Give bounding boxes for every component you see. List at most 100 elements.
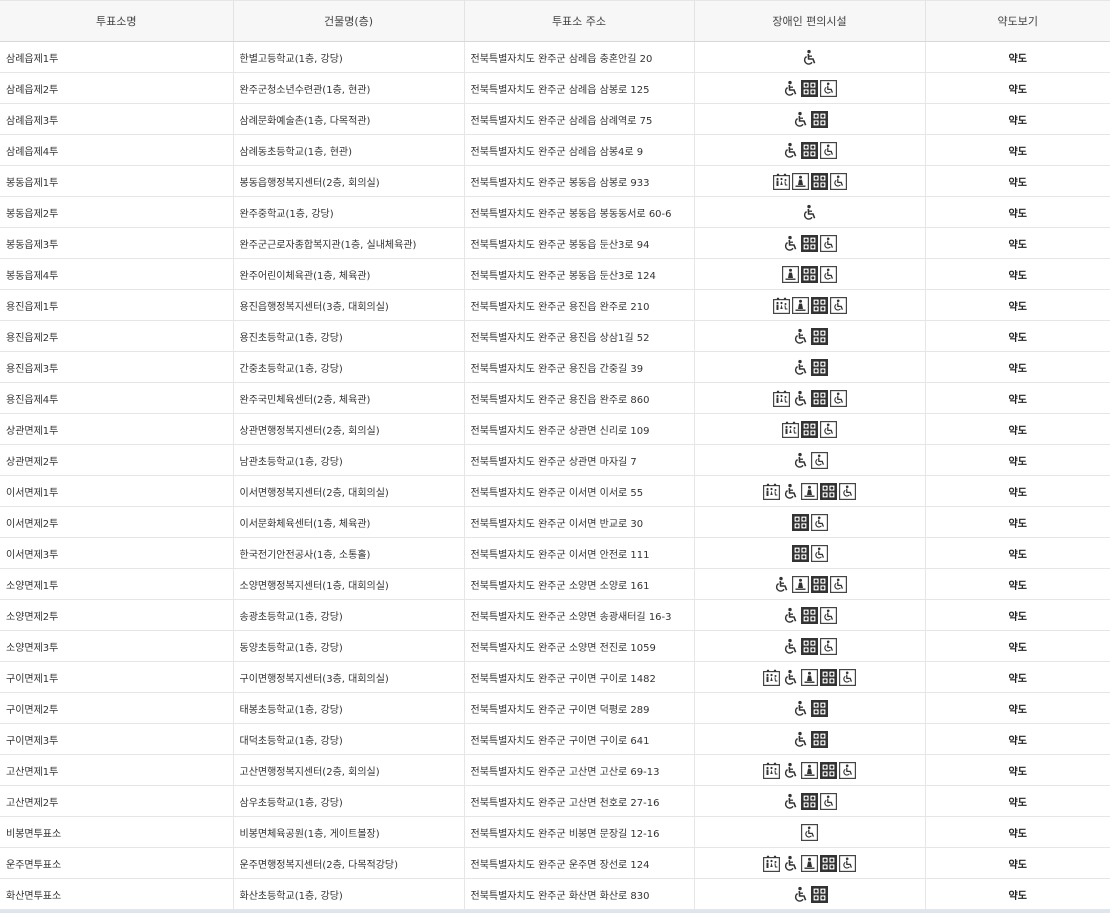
address-cell: 전북특별자치도 완주군 고산면 고산로 69-13 — [464, 754, 695, 786]
braille-icon — [801, 265, 818, 283]
header-building: 건물명(층) — [233, 0, 465, 42]
table-row: 용진읍제4투 완주국민체육센터(2층, 체육관) 전북특별자치도 완주군 용진읍 완… — [0, 382, 1110, 414]
facilities-cell — [694, 227, 926, 259]
address-cell: 전북특별자치도 완주군 비봉면 문장길 12-16 — [464, 816, 695, 848]
map-cell: 약도 — [925, 506, 1110, 538]
wheelchair-icon — [792, 886, 809, 903]
map-link[interactable]: 약도 — [1009, 674, 1027, 685]
building-cell: 비봉면체육공원(1층, 게이트볼장) — [233, 816, 465, 848]
table-row: 용진읍제1투 용진읍행정복지센터(3층, 대회의실) 전북특별자치도 완주군 용진읍… — [0, 289, 1110, 321]
braille-icon — [801, 606, 818, 624]
building-cell: 완주군청소년수련관(1층, 현관) — [233, 72, 465, 104]
map-link[interactable]: 약도 — [1009, 240, 1027, 251]
map-link[interactable]: 약도 — [1009, 643, 1027, 654]
map-link[interactable]: 약도 — [1009, 426, 1027, 437]
map-link[interactable]: 약도 — [1009, 550, 1027, 561]
wheelchair-icon — [792, 452, 809, 469]
map-link[interactable]: 약도 — [1009, 891, 1027, 902]
braille-icon — [810, 389, 828, 407]
address-cell: 전북특별자치도 완주군 운주면 장선로 124 — [464, 847, 695, 879]
table-row: 삼례읍제1투 한별고등학교(1층, 강당) 전북특별자치도 완주군 삼례읍 충혼안길… — [0, 41, 1110, 73]
map-link[interactable]: 약도 — [1009, 860, 1027, 871]
map-cell: 약도 — [925, 41, 1110, 73]
building-cell: 한국전기안전공사(1층, 소통홀) — [233, 537, 465, 569]
map-link[interactable]: 약도 — [1009, 736, 1027, 747]
restroom-icon — [772, 390, 790, 407]
station-name-cell: 봉동읍제2투 — [0, 196, 234, 228]
map-cell: 약도 — [925, 258, 1110, 290]
map-link[interactable]: 약도 — [1009, 302, 1027, 313]
map-link[interactable]: 약도 — [1009, 457, 1027, 468]
station-name-cell: 고산면제2투 — [0, 785, 234, 817]
table-header: 투표소명 건물명(층) 투표소 주소 장애인 편의시설 약도보기 — [0, 0, 1110, 42]
building-cell: 태봉초등학교(1층, 강당) — [233, 692, 465, 724]
facility-icons — [792, 730, 828, 748]
wheelchair-box-icon — [829, 575, 847, 593]
station-name-cell: 소양면제1투 — [0, 568, 234, 600]
map-cell: 약도 — [925, 754, 1110, 786]
map-link[interactable]: 약도 — [1009, 519, 1027, 530]
station-name-cell: 봉동읍제1투 — [0, 165, 234, 197]
facilities-cell — [694, 165, 926, 197]
facilities-cell — [694, 537, 926, 569]
map-cell: 약도 — [925, 413, 1110, 445]
braille-icon — [810, 110, 828, 128]
facilities-cell — [694, 599, 926, 631]
facilities-cell — [694, 351, 926, 383]
map-link[interactable]: 약도 — [1009, 581, 1027, 592]
address-cell: 전북특별자치도 완주군 용진읍 간중길 39 — [464, 351, 695, 383]
map-link[interactable]: 약도 — [1009, 488, 1027, 499]
map-link[interactable]: 약도 — [1009, 271, 1027, 282]
map-link[interactable]: 약도 — [1009, 333, 1027, 344]
facilities-cell — [694, 661, 926, 693]
address-cell: 전북특별자치도 완주군 용진읍 상삼1길 52 — [464, 320, 695, 352]
map-link[interactable]: 약도 — [1009, 209, 1027, 220]
wheelchair-icon — [792, 328, 809, 345]
address-cell: 전북특별자치도 완주군 용진읍 완주로 210 — [464, 289, 695, 321]
restroom-icon — [782, 421, 799, 438]
restroom-icon — [763, 762, 780, 779]
map-link[interactable]: 약도 — [1009, 116, 1027, 127]
map-link[interactable]: 약도 — [1009, 85, 1027, 96]
table-row: 삼례읍제4투 삼례동초등학교(1층, 현관) 전북특별자치도 완주군 삼례읍 삼봉4… — [0, 134, 1110, 166]
map-link[interactable]: 약도 — [1009, 798, 1027, 809]
wheelchair-icon — [782, 142, 799, 159]
station-name-cell: 소양면제3투 — [0, 630, 234, 662]
elevator-icon — [791, 575, 809, 593]
map-link[interactable]: 약도 — [1009, 54, 1027, 65]
address-cell: 전북특별자치도 완주군 봉동읍 봉동동서로 60-6 — [464, 196, 695, 228]
elevator-icon — [801, 854, 818, 872]
braille-icon — [810, 327, 828, 345]
address-cell: 전북특별자치도 완주군 봉동읍 삼봉로 933 — [464, 165, 695, 197]
map-link[interactable]: 약도 — [1009, 147, 1027, 158]
map-cell: 약도 — [925, 723, 1110, 755]
wheelchair-box-icon — [829, 296, 847, 314]
map-link[interactable]: 약도 — [1009, 705, 1027, 716]
map-link[interactable]: 약도 — [1009, 178, 1027, 189]
building-cell: 이서면행정복지센터(2층, 대회의실) — [233, 475, 465, 507]
map-link[interactable]: 약도 — [1009, 364, 1027, 375]
map-link[interactable]: 약도 — [1009, 395, 1027, 406]
facilities-cell — [694, 289, 926, 321]
facilities-cell — [694, 41, 926, 73]
braille-icon — [810, 172, 828, 190]
map-cell: 약도 — [925, 320, 1110, 352]
braille-icon — [810, 296, 828, 314]
map-cell: 약도 — [925, 289, 1110, 321]
braille-icon — [810, 885, 828, 903]
map-link[interactable]: 약도 — [1009, 612, 1027, 623]
map-cell: 약도 — [925, 227, 1110, 259]
station-name-cell: 비봉면투표소 — [0, 816, 234, 848]
address-cell: 전북특별자치도 완주군 고산면 천호로 27-16 — [464, 785, 695, 817]
map-cell: 약도 — [925, 134, 1110, 166]
station-name-cell: 삼례읍제1투 — [0, 41, 234, 73]
wheelchair-box-icon — [820, 79, 837, 97]
station-name-cell: 삼례읍제2투 — [0, 72, 234, 104]
restroom-icon — [772, 297, 790, 314]
map-link[interactable]: 약도 — [1009, 767, 1027, 778]
wheelchair-icon — [792, 111, 809, 128]
facility-icons — [801, 823, 818, 841]
map-link[interactable]: 약도 — [1009, 829, 1027, 840]
table-row: 비봉면투표소 비봉면체육공원(1층, 게이트볼장) 전북특별자치도 완주군 비봉면 … — [0, 816, 1110, 848]
building-cell: 송광초등학교(1층, 강당) — [233, 599, 465, 631]
